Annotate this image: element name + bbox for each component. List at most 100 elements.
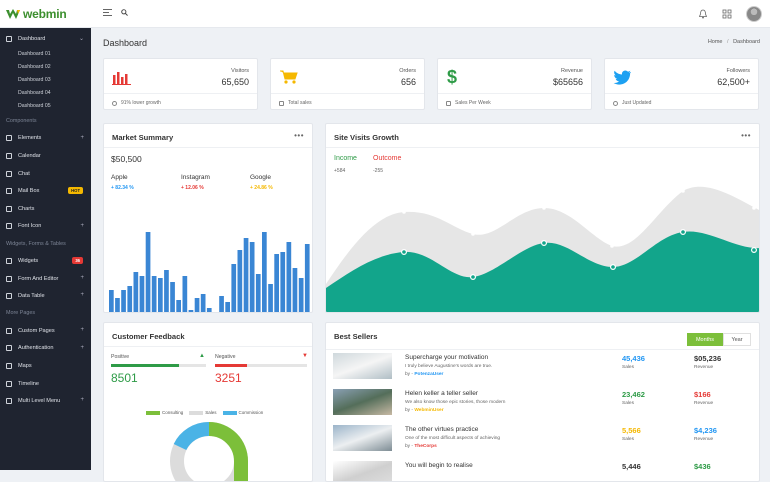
sidebar-item[interactable]: Timeline bbox=[0, 375, 91, 393]
market-bar bbox=[298, 278, 304, 312]
sidebar-subitem[interactable]: Dashboard 03 bbox=[0, 74, 91, 87]
breadcrumb-current: Dashboard bbox=[733, 39, 760, 45]
product-title[interactable]: Helen keller a teller seller bbox=[405, 390, 478, 397]
sidebar-item[interactable]: Charts bbox=[0, 200, 91, 218]
search-icon[interactable] bbox=[121, 9, 128, 16]
twitter-icon bbox=[613, 70, 631, 85]
dollar-icon: $ bbox=[447, 67, 457, 86]
sidebar-item[interactable]: Multi Level Menu + bbox=[0, 392, 91, 410]
author-link[interactable]: PotenzaUser bbox=[414, 372, 443, 377]
bell-icon[interactable] bbox=[698, 9, 708, 19]
sidebar-subitem[interactable]: Dashboard 02 bbox=[0, 61, 91, 74]
expand-icon: + bbox=[80, 344, 84, 351]
outcome-value: -255 bbox=[373, 168, 384, 174]
outcome-label: Outcome bbox=[373, 155, 402, 162]
revenue-label: Revenue bbox=[694, 365, 714, 370]
market-col-name: Google bbox=[250, 174, 271, 181]
sidebar-item[interactable]: Mail Box HOT bbox=[0, 182, 91, 200]
sidebar-item[interactable]: Maps bbox=[0, 357, 91, 375]
sidebar-item[interactable]: Form And Editor + bbox=[0, 270, 91, 288]
product-thumbnail bbox=[333, 389, 392, 415]
seller-row[interactable]: Supercharge your motivation I truly belie… bbox=[333, 353, 753, 389]
sidebar-item[interactable]: Calendar bbox=[0, 147, 91, 165]
stat-label: Followers bbox=[726, 68, 750, 74]
sidebar-item[interactable]: Font Icon + bbox=[0, 218, 91, 236]
market-bar bbox=[200, 294, 206, 312]
market-bar bbox=[286, 242, 292, 312]
card-title: Site Visits Growth bbox=[334, 133, 399, 142]
market-bar bbox=[115, 298, 120, 312]
negative-down-icon: ▼ bbox=[302, 353, 308, 359]
market-bar bbox=[133, 272, 139, 312]
sidebar-item-label: Elements bbox=[18, 135, 42, 142]
market-bar bbox=[176, 300, 181, 312]
product-title[interactable]: You will begin to realise bbox=[405, 462, 473, 469]
menu-icon bbox=[6, 205, 12, 212]
by-label: by - bbox=[405, 408, 413, 413]
market-bar bbox=[262, 232, 267, 312]
stat-value: 656 bbox=[400, 77, 416, 87]
income-label: Income bbox=[334, 155, 357, 162]
sidebar-subitem[interactable]: Dashboard 05 bbox=[0, 100, 91, 113]
market-bar bbox=[274, 254, 279, 312]
stat-foot: Sales Per Week bbox=[455, 100, 491, 106]
market-col-name: Instagram bbox=[181, 174, 210, 181]
cart-icon bbox=[280, 70, 298, 84]
seller-row[interactable]: Helen keller a teller seller We also know… bbox=[333, 389, 753, 425]
sales-value: 45,436 bbox=[622, 354, 645, 363]
seller-row[interactable]: You will begin to realise 5,446 $436 bbox=[333, 461, 753, 481]
sidebar-item-label: Font Icon bbox=[18, 223, 42, 230]
market-bar bbox=[164, 270, 169, 312]
sidebar-item[interactable]: Widgets 36 bbox=[0, 252, 91, 270]
logo[interactable]: webmin bbox=[6, 7, 67, 21]
product-title[interactable]: The other virtues practice bbox=[405, 426, 478, 433]
sidebar-section-title: Components bbox=[6, 118, 37, 125]
positive-progress bbox=[111, 364, 206, 367]
product-title[interactable]: Supercharge your motivation bbox=[405, 354, 488, 361]
avatar[interactable] bbox=[746, 6, 762, 22]
badge: 36 bbox=[72, 257, 83, 265]
author-link[interactable]: WebminUser bbox=[414, 408, 443, 413]
sidebar-item[interactable]: Data Table + bbox=[0, 287, 91, 305]
market-bar bbox=[139, 276, 145, 312]
grid-apps-icon[interactable] bbox=[722, 9, 732, 19]
menu-icon bbox=[6, 152, 12, 159]
expand-icon: + bbox=[80, 292, 84, 299]
sidebar-item[interactable]: Custom Pages + bbox=[0, 322, 91, 340]
tab-year[interactable]: Year bbox=[723, 333, 751, 346]
legend-label: Consulting bbox=[162, 410, 184, 415]
more-options-icon[interactable]: ••• bbox=[294, 131, 304, 140]
sidebar-section-title: Widgets, Forms & Tables bbox=[6, 240, 66, 247]
sidebar-item[interactable]: Authentication + bbox=[0, 340, 91, 358]
market-summary-card: Market Summary ••• $50,500 Apple + 82.34… bbox=[103, 123, 313, 313]
sidebar-item[interactable]: Elements + bbox=[0, 130, 91, 148]
stat-value: 62,500+ bbox=[717, 77, 750, 87]
market-bar bbox=[158, 278, 163, 312]
more-options-icon[interactable]: ••• bbox=[741, 131, 751, 140]
negative-label: Negative bbox=[215, 354, 236, 360]
menu-icon bbox=[6, 362, 12, 369]
menu-icon bbox=[6, 257, 12, 264]
feedback-donut-chart bbox=[170, 421, 248, 481]
negative-value: 3251 bbox=[215, 371, 242, 385]
author-link[interactable]: TheCorps bbox=[414, 444, 436, 449]
breadcrumb-home[interactable]: Home bbox=[708, 39, 723, 45]
market-bar bbox=[206, 308, 212, 312]
sidebar-item-dashboard[interactable]: Dashboard ⌄ bbox=[0, 30, 91, 48]
tab-months[interactable]: Months bbox=[687, 333, 723, 346]
market-bar bbox=[292, 268, 298, 312]
market-bar bbox=[237, 250, 243, 312]
expand-icon: + bbox=[80, 397, 84, 404]
sidebar-item[interactable]: Chat bbox=[0, 165, 91, 183]
sidebar-subitem[interactable]: Dashboard 04 bbox=[0, 87, 91, 100]
product-thumbnail bbox=[333, 425, 392, 451]
market-bar bbox=[268, 284, 273, 312]
menu-toggle-icon[interactable] bbox=[103, 9, 112, 17]
sales-value: 23,462 bbox=[622, 390, 645, 399]
home-icon bbox=[6, 35, 12, 42]
breadcrumb: Home / Dashboard bbox=[708, 39, 760, 45]
logo-mark-icon bbox=[6, 8, 20, 19]
sidebar-subitem[interactable]: Dashboard 01 bbox=[0, 48, 91, 61]
seller-row[interactable]: The other virtues practice One of the mos… bbox=[333, 425, 753, 461]
market-bar-chart bbox=[109, 232, 310, 312]
